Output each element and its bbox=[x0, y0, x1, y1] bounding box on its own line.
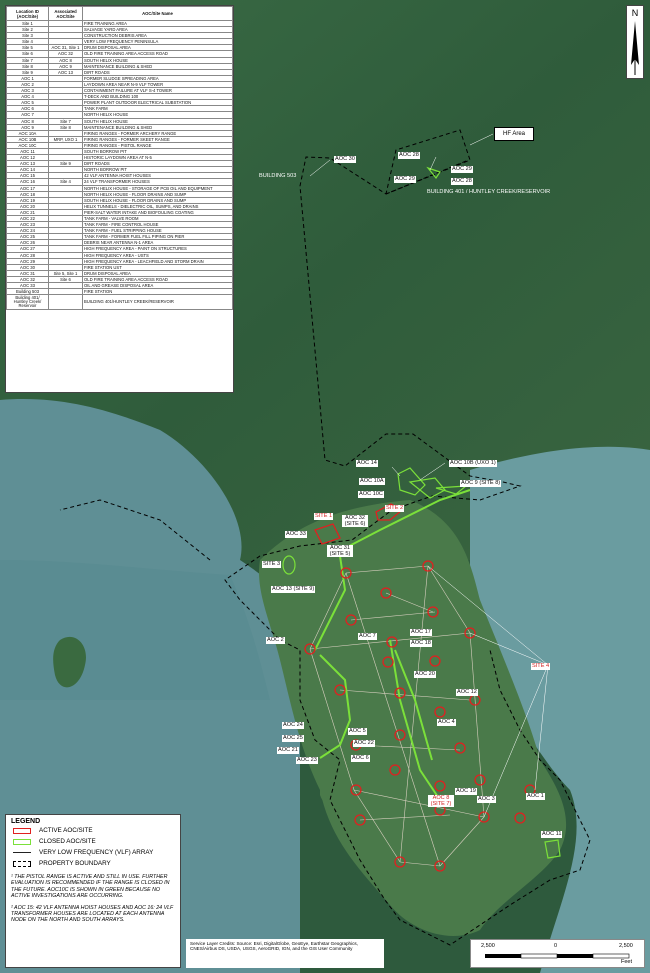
label-site2: SITE 2 bbox=[385, 505, 405, 512]
hf-area-callout: HF Area bbox=[494, 127, 534, 141]
label-aoc29-b: AOC 29 bbox=[394, 176, 416, 183]
legend-label-active: ACTIVE AOC/SITE bbox=[39, 827, 93, 834]
vlf-line-icon bbox=[13, 852, 31, 853]
label-site4: SITE 4 bbox=[531, 663, 551, 670]
closed-site-icon bbox=[13, 838, 31, 845]
water-bay bbox=[0, 560, 270, 700]
label-aoc13: AOC 13 (SITE 9) bbox=[271, 586, 316, 593]
service-layer-credits: Service Layer Credits: Source: Esri, Dig… bbox=[186, 939, 384, 968]
label-aoc18: AOC 18 bbox=[410, 640, 432, 647]
table-body: Site 1 FIRE TRAINING AREA Site 2 SALVAGE YA… bbox=[6, 19, 233, 311]
label-building401: BUILDING 401 / HUNTLEY CREEK/RESERVOIR bbox=[427, 189, 551, 195]
label-aoc31: AOC 31 (SITE 5) bbox=[327, 545, 353, 557]
table-cell-location: Building 401/ Huntley Creek/ Reservoir bbox=[6, 294, 49, 311]
table-cell-associated: AOC 31, Site 1 bbox=[48, 44, 83, 52]
label-aoc11: AOC 11 bbox=[541, 831, 563, 838]
label-aoc10a: AOC 10A bbox=[359, 478, 385, 485]
table-header-location: Location ID (AOC/Site) bbox=[6, 6, 49, 21]
label-aoc25: AOC 25 bbox=[282, 735, 304, 742]
label-site3: SITE 3 bbox=[262, 561, 282, 568]
north-arrow-icon bbox=[631, 21, 639, 75]
legend-label-closed: CLOSED AOC/SITE bbox=[39, 838, 96, 845]
label-aoc3: AOC 3 bbox=[477, 796, 496, 803]
label-site1: SITE 1 bbox=[314, 513, 334, 520]
label-aoc30: AOC 30 bbox=[334, 156, 356, 163]
label-aoc28-b: AOC 28 bbox=[451, 178, 473, 185]
label-aoc33: AOC 33 bbox=[285, 531, 307, 538]
label-aoc7: AOC 7 bbox=[358, 633, 377, 640]
label-aoc24: AOC 24 bbox=[282, 722, 304, 729]
label-aoc22: AOC 22 bbox=[353, 740, 375, 747]
label-aoc20: AOC 20 bbox=[414, 671, 436, 678]
north-letter: N bbox=[631, 8, 639, 18]
table-header-name: AOC/Site Name bbox=[82, 6, 233, 21]
label-aoc4: AOC 4 bbox=[437, 719, 456, 726]
legend-note-1: ¹ THE PISTOL RANGE IS ACTIVE AND STILL I… bbox=[11, 874, 170, 900]
label-aoc8: AOC 8 (SITE 7) bbox=[428, 795, 454, 807]
north-arrow: N bbox=[626, 5, 644, 79]
label-aoc10b: AOC 10B (UXO 1) bbox=[449, 460, 497, 467]
label-aoc2: AOC 2 bbox=[266, 637, 285, 644]
legend-item-active: ACTIVE AOC/SITE bbox=[11, 825, 175, 836]
legend-label-vlf: VERY LOW FREQUENCY (VLF) ARRAY bbox=[39, 849, 154, 856]
active-site-icon bbox=[13, 827, 31, 834]
label-aoc14: AOC 14 bbox=[356, 460, 378, 467]
table-cell-name: NORTH HELIX HOUSE - STORAGE OF PCB OIL A… bbox=[82, 184, 233, 192]
legend-item-vlf: VERY LOW FREQUENCY (VLF) ARRAY bbox=[11, 847, 175, 858]
legend-item-boundary: PROPERTY BOUNDARY bbox=[11, 858, 175, 869]
label-aoc17: AOC 17 bbox=[410, 629, 432, 636]
scale-label-right: 2,500 bbox=[619, 943, 633, 949]
scale-bar: 2,500 0 2,500 Feet bbox=[470, 939, 645, 968]
legend: LEGEND ACTIVE AOC/SITE CLOSED AOC/SITE V… bbox=[5, 814, 181, 968]
table-row: Building 401/ Huntley Creek/ Reservoir BU… bbox=[6, 294, 233, 311]
aoc-site-table: Location ID (AOC/Site) Associated AOC/Si… bbox=[5, 5, 234, 393]
scale-label-left: 2,500 bbox=[481, 943, 495, 949]
label-aoc19: AOC 19 bbox=[455, 788, 477, 795]
table-header-associated: Associated AOC/Site bbox=[48, 6, 83, 21]
legend-note-2: ² AOC 15: 42 VLF ANTENNA HOIST HOUSES AN… bbox=[11, 904, 174, 924]
label-aoc28-a: AOC 28 bbox=[398, 152, 420, 159]
scale-label-center: 0 bbox=[554, 943, 558, 949]
label-aoc10c: AOC 10C bbox=[358, 491, 384, 498]
table-cell-associated bbox=[48, 294, 83, 311]
label-aoc6: AOC 6 bbox=[351, 755, 370, 762]
scale-bar-graphic bbox=[485, 953, 630, 959]
label-aoc5: AOC 5 bbox=[348, 728, 367, 735]
label-aoc23: AOC 23 bbox=[296, 757, 318, 764]
scale-unit: Feet bbox=[621, 959, 633, 965]
label-aoc21: AOC 21 bbox=[277, 747, 299, 754]
label-aoc12: AOC 12 bbox=[456, 689, 478, 696]
label-aoc29-a: AOC 29 bbox=[451, 166, 473, 173]
map-view[interactable]: Location ID (AOC/Site) Associated AOC/Si… bbox=[0, 0, 650, 973]
label-aoc1: AOC 1 bbox=[526, 793, 545, 800]
label-aoc32: AOC 32 (SITE 6) bbox=[342, 515, 368, 527]
legend-item-closed: CLOSED AOC/SITE bbox=[11, 836, 175, 847]
legend-title: LEGEND bbox=[11, 818, 41, 825]
legend-label-boundary: PROPERTY BOUNDARY bbox=[39, 860, 111, 867]
property-boundary-icon bbox=[13, 860, 31, 867]
label-aoc9: AOC 9 (SITE 8) bbox=[460, 480, 502, 487]
label-building503: BUILDING 503 bbox=[259, 173, 297, 179]
table-cell-name: BUILDING 401/HUNTLEY CREEK/RESERVOIR bbox=[82, 294, 233, 311]
